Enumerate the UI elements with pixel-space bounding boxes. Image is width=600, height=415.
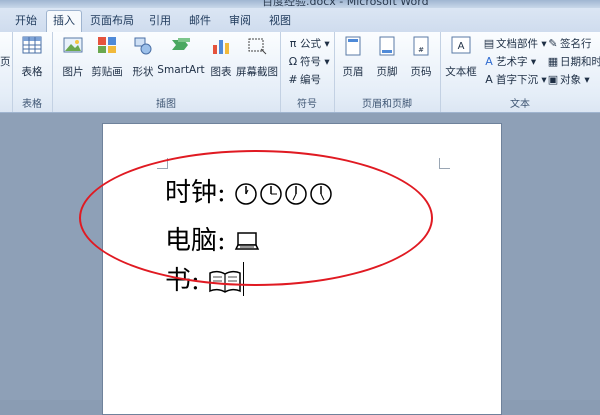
tab-references[interactable]: 引用 — [142, 11, 178, 31]
smartart-icon — [170, 36, 192, 58]
equation-button[interactable]: π 公式 ▾ — [286, 36, 330, 52]
textbox-label: 文本框 — [445, 66, 477, 78]
picture-icon — [62, 36, 84, 58]
ribbon: 页 表格 表格 图片 剪贴画 形状 SmartArt 图表 屏幕截图 插图 π … — [0, 32, 600, 113]
screenshot-icon — [246, 36, 268, 58]
equation-label: 公式 — [300, 38, 321, 50]
group-symbols: π 公式 ▾ Ω 符号 ▾ # 编号 符号 — [280, 32, 335, 112]
svg-text:A: A — [458, 41, 465, 52]
document-page[interactable]: 时钟: 电脑: 书: — [79, 123, 502, 415]
table-label: 表格 — [21, 66, 43, 78]
page-number-button[interactable]: # 页码 — [404, 36, 438, 88]
svg-text:#: # — [418, 46, 424, 54]
smartart-label: SmartArt — [157, 64, 205, 76]
picture-label: 图片 — [62, 66, 84, 78]
textbox-button[interactable]: A 文本框 — [442, 36, 480, 88]
footer-button[interactable]: 页脚 — [370, 36, 404, 88]
tab-mailings[interactable]: 邮件 — [182, 11, 218, 31]
footer-icon — [376, 36, 398, 58]
pages-partial-label[interactable]: 页 — [0, 54, 11, 70]
wordart-label: 艺术字 — [496, 56, 528, 68]
group-illustrations: 图片 剪贴画 形状 SmartArt 图表 屏幕截图 插图 — [52, 32, 281, 112]
group-tables: 表格 表格 — [12, 32, 53, 112]
page-number-label: 页码 — [410, 66, 432, 78]
number-button[interactable]: # 编号 — [286, 72, 321, 88]
margin-mark-top-right — [439, 158, 450, 169]
tab-insert[interactable]: 插入 — [46, 10, 82, 33]
clipart-button[interactable]: 剪贴画 — [90, 36, 124, 88]
number-icon: # — [288, 73, 298, 86]
quickparts-button[interactable]: ▤ 文档部件 ▾ — [482, 36, 547, 52]
tab-review[interactable]: 审阅 — [222, 11, 258, 31]
calendar-icon: ▦ — [547, 55, 559, 68]
datetime-label: 日期和时 — [560, 56, 600, 68]
object-button[interactable]: ▣ 对象 ▾ — [546, 72, 590, 88]
signature-label: 签名行 — [560, 38, 592, 50]
ribbon-tab-row: 开始 插入 页面布局 引用 邮件 审阅 视图 — [0, 8, 600, 33]
tab-home[interactable]: 开始 — [8, 11, 44, 31]
clipart-label: 剪贴画 — [91, 66, 123, 78]
textbox-icon: A — [450, 36, 472, 58]
group-label-text: 文本 — [510, 99, 530, 110]
chart-button[interactable]: 图表 — [204, 36, 238, 88]
group-label-header-footer: 页眉和页脚 — [362, 99, 412, 110]
pi-icon: π — [289, 37, 297, 50]
chart-label: 图表 — [210, 66, 232, 78]
title-bar: 百度经验.docx - Microsoft Word — [0, 0, 600, 8]
signature-button[interactable]: ✎ 签名行 — [546, 36, 592, 52]
omega-icon: Ω — [288, 55, 298, 68]
annotation-oval — [79, 150, 433, 286]
dropcap-icon: A — [485, 73, 493, 86]
number-label: 编号 — [300, 74, 321, 86]
group-label-tables: 表格 — [22, 99, 42, 110]
screenshot-label: 屏幕截图 — [236, 66, 278, 78]
chart-icon — [210, 36, 232, 58]
smartart-button[interactable]: SmartArt — [156, 36, 206, 88]
clipart-icon — [96, 36, 118, 58]
header-label: 页眉 — [342, 66, 364, 78]
screenshot-button[interactable]: 屏幕截图 — [236, 36, 278, 88]
shapes-button[interactable]: 形状 — [126, 36, 160, 88]
quickparts-label: 文档部件 — [496, 38, 538, 50]
tab-page-layout[interactable]: 页面布局 — [86, 11, 138, 31]
quickparts-icon: ▤ — [483, 37, 495, 50]
dropcap-label: 首字下沉 — [496, 74, 538, 86]
shapes-label: 形状 — [132, 66, 154, 78]
window-title: 百度经验.docx - Microsoft Word — [262, 0, 429, 8]
group-label-illustrations: 插图 — [156, 99, 176, 110]
header-button[interactable]: 页眉 — [336, 36, 370, 88]
page-number-icon: # — [410, 36, 432, 58]
table-icon — [21, 36, 43, 58]
datetime-button[interactable]: ▦ 日期和时 — [546, 54, 600, 70]
dropcap-button[interactable]: A 首字下沉 ▾ — [482, 72, 546, 88]
group-header-footer: 页眉 页脚 # 页码 页眉和页脚 — [334, 32, 441, 112]
picture-button[interactable]: 图片 — [56, 36, 90, 88]
document-canvas: 时钟: 电脑: 书: — [0, 113, 600, 415]
wordart-button[interactable]: A 艺术字 ▾ — [482, 54, 536, 70]
header-icon — [342, 36, 364, 58]
footer-label: 页脚 — [376, 66, 398, 78]
object-icon: ▣ — [547, 73, 559, 86]
object-label: 对象 — [560, 74, 581, 86]
table-button[interactable]: 表格 — [15, 36, 49, 88]
tab-view[interactable]: 视图 — [262, 11, 298, 31]
shapes-icon — [132, 36, 154, 58]
symbol-label: 符号 — [300, 56, 321, 68]
group-label-symbols: 符号 — [297, 99, 317, 110]
wordart-icon: A — [485, 55, 493, 68]
signature-icon: ✎ — [548, 37, 558, 50]
group-text: A 文本框 ▤ 文档部件 ▾ A 艺术字 ▾ A 首字下沉 ▾ ✎ 签名行 ▦ 日期和时 … — [440, 32, 600, 112]
symbol-button[interactable]: Ω 符号 ▾ — [286, 54, 330, 70]
